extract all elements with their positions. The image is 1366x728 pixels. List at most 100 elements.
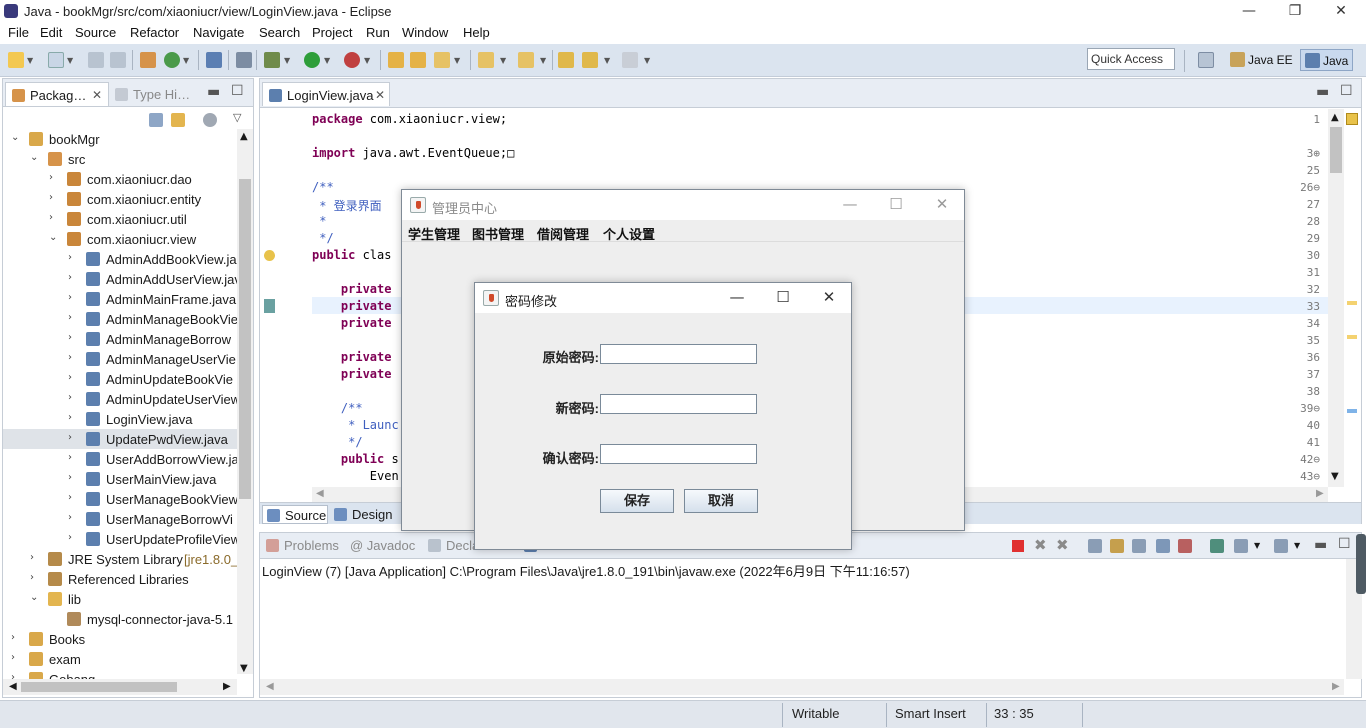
tab-package-explorer[interactable]: Packag… ✕ — [5, 82, 109, 106]
open-type-icon[interactable] — [434, 52, 450, 68]
maximize-view-icon[interactable]: ☐ — [1338, 536, 1351, 552]
chevron-down-icon[interactable]: ▼ — [644, 56, 650, 65]
minimize-button[interactable]: — — [830, 195, 870, 215]
occurrence-marker[interactable] — [1347, 301, 1357, 305]
menu-edit[interactable]: Edit — [40, 25, 62, 40]
code-line[interactable]: package com.xiaoniucr.view; — [312, 112, 507, 126]
original-password-field[interactable] — [600, 344, 757, 364]
tree-item[interactable]: › UpdatePwdView.java — [3, 429, 237, 449]
maximize-view-icon[interactable]: ☐ — [231, 83, 244, 99]
console-icon[interactable] — [206, 52, 222, 68]
minimize-view-icon[interactable]: ▬ — [1314, 537, 1327, 553]
last-edit-icon[interactable] — [558, 52, 574, 68]
minimize-button[interactable]: — — [1226, 2, 1272, 20]
menu-window[interactable]: Window — [402, 25, 448, 40]
horizontal-scrollbar[interactable] — [260, 679, 1344, 695]
menu-navigate[interactable]: Navigate — [193, 25, 244, 40]
chevron-right-icon[interactable]: › — [68, 252, 72, 263]
tree-item[interactable]: › UserUpdateProfileView — [3, 529, 237, 549]
tree-item[interactable]: › com.xiaoniucr.entity — [3, 189, 237, 209]
show-on-output-icon[interactable] — [1156, 539, 1170, 553]
code-line[interactable]: * Launc — [312, 418, 399, 432]
menu-project[interactable]: Project — [312, 25, 352, 40]
chevron-right-icon[interactable]: › — [68, 512, 72, 523]
occurrence-marker[interactable] — [1347, 335, 1357, 339]
save-button[interactable]: 保存 — [600, 489, 674, 513]
quick-access-input[interactable]: Quick Access — [1087, 48, 1175, 70]
scroll-down-icon[interactable]: ▼ — [240, 663, 248, 674]
occurrence-marker[interactable] — [1347, 409, 1357, 413]
show-on-error-icon[interactable] — [1178, 539, 1192, 553]
code-line[interactable]: import java.awt.EventQueue;□ — [312, 146, 514, 160]
open-perspective-icon[interactable] — [1198, 52, 1214, 68]
menu-refactor[interactable]: Refactor — [130, 25, 179, 40]
warning-marker[interactable] — [1346, 113, 1358, 125]
cancel-button[interactable]: 取消 — [684, 489, 758, 513]
clear-console-icon[interactable] — [1088, 539, 1102, 553]
external-tools-icon[interactable] — [344, 52, 360, 68]
chevron-right-icon[interactable]: › — [68, 292, 72, 303]
tree-item[interactable]: › AdminAddBookView.ja — [3, 249, 237, 269]
code-line[interactable]: private — [312, 282, 392, 296]
new-window-icon[interactable] — [48, 52, 64, 68]
chevron-right-icon[interactable]: › — [68, 332, 72, 343]
tree-item[interactable]: › Books — [3, 629, 237, 649]
display-console-icon[interactable] — [1234, 539, 1248, 553]
tab-loginview-java[interactable]: LoginView.java ✕ — [262, 82, 390, 106]
scrollbar-thumb[interactable] — [1330, 127, 1342, 173]
refresh-icon[interactable] — [164, 52, 180, 68]
link-with-editor-icon[interactable] — [171, 113, 185, 127]
tab-javadoc[interactable]: @ Javadoc — [350, 538, 415, 553]
new-icon[interactable] — [8, 52, 24, 68]
chevron-down-icon[interactable]: ▽ — [233, 111, 241, 124]
collapse-all-icon[interactable] — [149, 113, 163, 127]
tab-type-hierarchy[interactable]: Type Hi… — [109, 82, 203, 106]
code-line[interactable]: private — [312, 316, 392, 330]
menu-personal-settings[interactable]: 个人设置 — [603, 224, 655, 243]
close-icon[interactable]: ✕ — [92, 88, 102, 102]
open-console-icon[interactable] — [1274, 539, 1288, 553]
code-line[interactable]: * 登录界面 — [312, 197, 381, 214]
chevron-right-icon[interactable]: › — [49, 192, 53, 203]
tree-item[interactable]: mysql-connector-java-5.1 — [3, 609, 237, 629]
chevron-right-icon[interactable]: › — [68, 472, 72, 483]
chevron-right-icon[interactable]: › — [68, 412, 72, 423]
tree-item[interactable]: › JRE System Library [jre1.8.0_ — [3, 549, 237, 569]
tab-design[interactable]: Design — [330, 505, 396, 524]
tree-item[interactable]: › AdminUpdateUserView — [3, 389, 237, 409]
menu-student-management[interactable]: 学生管理 — [408, 224, 460, 243]
chevron-right-icon[interactable]: › — [68, 432, 72, 443]
scroll-lock-icon[interactable] — [1110, 539, 1124, 553]
chevron-down-icon[interactable]: ▼ — [1294, 541, 1300, 550]
pin-console-icon[interactable] — [1210, 539, 1224, 553]
chevron-right-icon[interactable]: › — [11, 672, 15, 679]
chevron-right-icon[interactable]: › — [30, 572, 34, 583]
minimize-view-icon[interactable]: ▬ — [1316, 84, 1329, 100]
tree-item[interactable]: ⌄ com.xiaoniucr.view — [3, 229, 237, 249]
scroll-right-icon[interactable]: ▶ — [223, 681, 231, 692]
tree-item[interactable]: ⌄ lib — [3, 589, 237, 609]
save-icon[interactable] — [88, 52, 104, 68]
tree-item[interactable]: › AdminUpdateBookVie — [3, 369, 237, 389]
tree-item[interactable]: › Gobang — [3, 669, 237, 679]
code-line[interactable]: public clas — [312, 248, 391, 262]
tree-item[interactable]: › LoginView.java — [3, 409, 237, 429]
tree-item[interactable]: › exam — [3, 649, 237, 669]
debug-icon[interactable] — [264, 52, 280, 68]
chevron-down-icon[interactable]: ⌄ — [11, 132, 19, 143]
chevron-down-icon[interactable]: ▼ — [1254, 541, 1260, 550]
new-java-project-icon[interactable] — [388, 52, 404, 68]
close-button[interactable]: ✕ — [809, 288, 849, 308]
chevron-down-icon[interactable]: ▼ — [183, 56, 189, 65]
chevron-right-icon[interactable]: › — [68, 272, 72, 283]
terminate-icon[interactable] — [1012, 540, 1024, 552]
tree-item[interactable]: › com.xiaoniucr.dao — [3, 169, 237, 189]
menu-borrow-management[interactable]: 借阅管理 — [537, 224, 589, 243]
chevron-right-icon[interactable]: › — [68, 372, 72, 383]
close-icon[interactable]: ✕ — [375, 88, 385, 102]
chevron-right-icon[interactable]: › — [68, 452, 72, 463]
tree-item[interactable]: › AdminManageBookVie — [3, 309, 237, 329]
view-menu-icon[interactable] — [203, 113, 217, 127]
code-line[interactable]: private — [312, 299, 392, 313]
chevron-right-icon[interactable]: › — [68, 352, 72, 363]
